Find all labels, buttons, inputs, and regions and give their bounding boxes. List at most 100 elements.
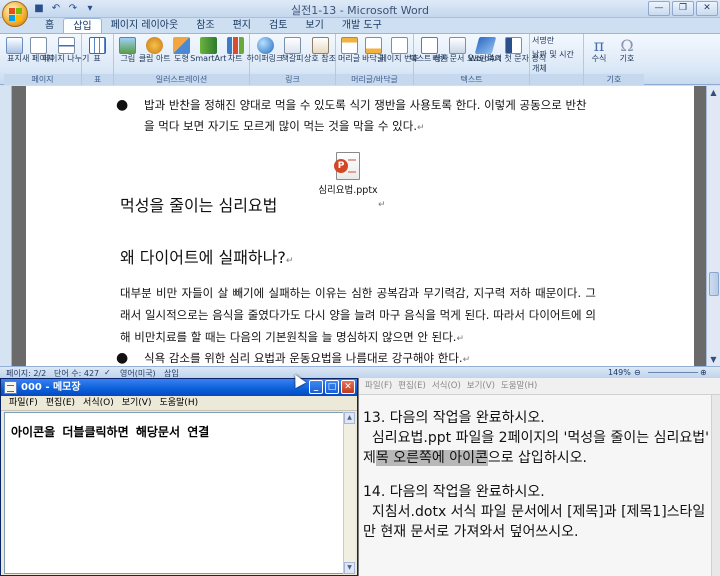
table-icon [88, 37, 106, 54]
word-window: ■ ↶ ↷ ▾ 실전1-13 - Microsoft Word — ❐ ✕ 홈 … [0, 0, 720, 378]
scroll-up-icon[interactable]: ▲ [344, 412, 355, 424]
maximize-button[interactable]: □ [325, 380, 339, 394]
instructions-menubar: 파일(F) 편집(E) 서식(O) 보기(V) 도움말(H) [359, 378, 720, 395]
text-box-icon [420, 37, 438, 54]
tab-page-layout[interactable]: 페이지 레이아웃 [102, 18, 188, 33]
cover-page-icon [6, 37, 23, 54]
clip-art-button[interactable]: 클립 아트 [139, 35, 171, 74]
equation-button[interactable]: π 수식 [586, 35, 612, 74]
chart-button[interactable]: 차트 [223, 35, 247, 74]
menu-help[interactable]: 도움말(H) [159, 396, 198, 410]
drop-cap-icon [504, 37, 522, 54]
group-symbols: π 수식 Ω 기호 기호 [584, 34, 644, 85]
heading-psych-therapy: 먹성을 줄이는 심리요법 [120, 196, 278, 215]
office-logo-icon [9, 8, 22, 21]
quick-parts-button[interactable]: 빠른 문서 요소 [432, 35, 482, 74]
instructions-text[interactable]: 13. 다음의 작업을 완료하시오. 심리요법.ppt 파일을 2페이지의 '먹… [363, 408, 709, 556]
header-button[interactable]: 머리글 [338, 35, 360, 74]
object-button[interactable]: 개체 [532, 63, 581, 74]
smartart-button[interactable]: SmartArt [190, 35, 226, 74]
chart-icon [226, 37, 244, 54]
word-titlebar: ■ ↶ ↷ ▾ 실전1-13 - Microsoft Word — ❐ ✕ [0, 0, 720, 18]
bookmark-button[interactable]: 책갈피 [280, 35, 305, 74]
date-time-button[interactable]: 날짜 및 시간 [532, 49, 581, 60]
bookmark-icon [284, 37, 301, 54]
scroll-down-icon[interactable]: ▼ [344, 562, 355, 574]
scroll-up-icon[interactable]: ▲ [707, 86, 720, 99]
wordart-icon [474, 37, 496, 54]
notepad-text-area[interactable]: 아이콘을 더블클릭하면 해당문서 연결 [4, 412, 344, 574]
group-text-small: 서명란 날짜 및 시간 개체 [530, 34, 584, 85]
document-area: ● 밥과 반찬을 정해진 양대로 먹을 수 있도록 식기 쟁반을 사용토록 한다… [0, 86, 720, 366]
maximize-button[interactable]: ❐ [672, 1, 694, 16]
minimize-button[interactable]: _ [309, 380, 323, 394]
zoom-in-icon[interactable]: ⊕ [700, 368, 707, 377]
word-statusbar: 페이지: 2/2 단어 수: 427 ✓ 영어(미국) 삽입 149% ⊖ ⊕ [0, 366, 720, 378]
bullet-paragraph-2: ● 식욕 감소를 위한 심리 요법과 운동요법을 나름대로 강구해야 한다.↵ [116, 348, 594, 366]
menu-format[interactable]: 서식(O) [432, 378, 461, 394]
close-button[interactable]: ✕ [341, 380, 355, 394]
embedded-pptx-object[interactable]: P 심리요법.pptx [314, 152, 382, 196]
zoom-out-icon[interactable]: ⊖ [634, 368, 641, 377]
omega-icon: Ω [620, 36, 634, 55]
notepad-window-controls: _ □ ✕ [309, 380, 355, 394]
menu-view[interactable]: 보기(V) [122, 396, 152, 410]
scroll-down-icon[interactable]: ▼ [707, 353, 720, 366]
tab-view[interactable]: 보기 [296, 18, 332, 33]
group-pages: 표지 새 페이지 페이지 나누기 페이지 [4, 34, 89, 85]
minimize-button[interactable]: — [648, 1, 670, 16]
drop-cap-button[interactable]: 단락의 첫 문자 장식 [480, 35, 546, 74]
close-button[interactable]: ✕ [696, 1, 718, 16]
menu-file[interactable]: 파일(F) [365, 378, 392, 394]
group-links: 하이퍼링크 책갈피 상호 참조 링크 [247, 34, 336, 85]
cover-page-button[interactable]: 표지 [6, 35, 23, 74]
tab-references[interactable]: 참조 [187, 18, 223, 33]
document-scrollbar[interactable]: ▲ ▼ [706, 86, 720, 366]
body-paragraph: 대부분 비만 자들이 살 빼기에 실패하는 이유는 심한 공복감과 무기력감, … [120, 286, 596, 344]
tab-insert[interactable]: 삽입 [63, 18, 102, 33]
tab-developer[interactable]: 개발 도구 [333, 18, 391, 33]
blank-page-icon [29, 37, 47, 54]
word-window-title: 실전1-13 - Microsoft Word [291, 4, 429, 17]
pi-icon: π [593, 36, 605, 55]
page-break-icon [57, 37, 75, 54]
instructions-window: 파일(F) 편집(E) 서식(O) 보기(V) 도움말(H) 13. 다음의 작… [358, 378, 720, 576]
picture-button[interactable]: 그림 [116, 35, 140, 74]
page-number-button[interactable]: 페이지 번호 [380, 35, 419, 74]
signature-line-button[interactable]: 서명란 [532, 35, 581, 46]
ribbon-tabs: 홈 삽입 페이지 레이아웃 참조 편지 검토 보기 개발 도구 [0, 18, 720, 33]
bullet-icon: ● [116, 350, 129, 366]
page-break-button[interactable]: 페이지 나누기 [43, 35, 89, 74]
status-zoom[interactable]: 149% [608, 368, 631, 377]
cross-reference-button[interactable]: 상호 참조 [304, 35, 336, 74]
symbol-button[interactable]: Ω 기호 [614, 35, 640, 74]
notepad-menubar: 파일(F) 편집(E) 서식(O) 보기(V) 도움말(H) [1, 396, 357, 411]
tab-mailings[interactable]: 편지 [224, 18, 260, 33]
tab-home[interactable]: 홈 [36, 18, 63, 33]
menu-file[interactable]: 파일(F) [9, 396, 38, 410]
vertical-ruler [0, 86, 12, 366]
office-button[interactable] [2, 1, 28, 27]
task-14: 14. 다음의 작업을 완료하시오. 지침서.dotx 서식 파일 문서에서 [… [363, 484, 706, 540]
document-page[interactable]: ● 밥과 반찬을 정해진 양대로 먹을 수 있도록 식기 쟁반을 사용토록 한다… [26, 86, 694, 366]
ribbon-insert: 표지 새 페이지 페이지 나누기 페이지 표 표 그림 클립 아트 도형 Sma… [0, 33, 720, 85]
bullet-paragraph-1: ● 밥과 반찬을 정해진 양대로 먹을 수 있도록 식기 쟁반을 사용토록 한다… [116, 97, 587, 133]
menu-view[interactable]: 보기(V) [467, 378, 495, 394]
notepad-scrollbar[interactable]: ▲ ▼ [343, 412, 355, 574]
scroll-thumb[interactable] [709, 272, 719, 296]
menu-help[interactable]: 도움말(H) [501, 378, 537, 394]
hyperlink-button[interactable]: 하이퍼링크 [247, 35, 283, 74]
menu-edit[interactable]: 편집(E) [398, 378, 426, 394]
notepad-icon [4, 381, 17, 394]
heading-diet-fail: 왜 다이어트에 실패하나?↵ [120, 248, 294, 267]
menu-edit[interactable]: 편집(E) [46, 396, 75, 410]
quick-parts-icon [448, 37, 466, 54]
zoom-slider[interactable] [648, 372, 698, 373]
cross-reference-icon [311, 37, 329, 54]
menu-format[interactable]: 서식(O) [83, 396, 114, 410]
instructions-scrollbar[interactable] [711, 395, 720, 576]
proofing-icon[interactable]: ✓ [104, 368, 111, 377]
bullet-icon: ● [116, 97, 129, 113]
table-button[interactable]: 표 [84, 35, 110, 74]
tab-review[interactable]: 검토 [260, 18, 296, 33]
